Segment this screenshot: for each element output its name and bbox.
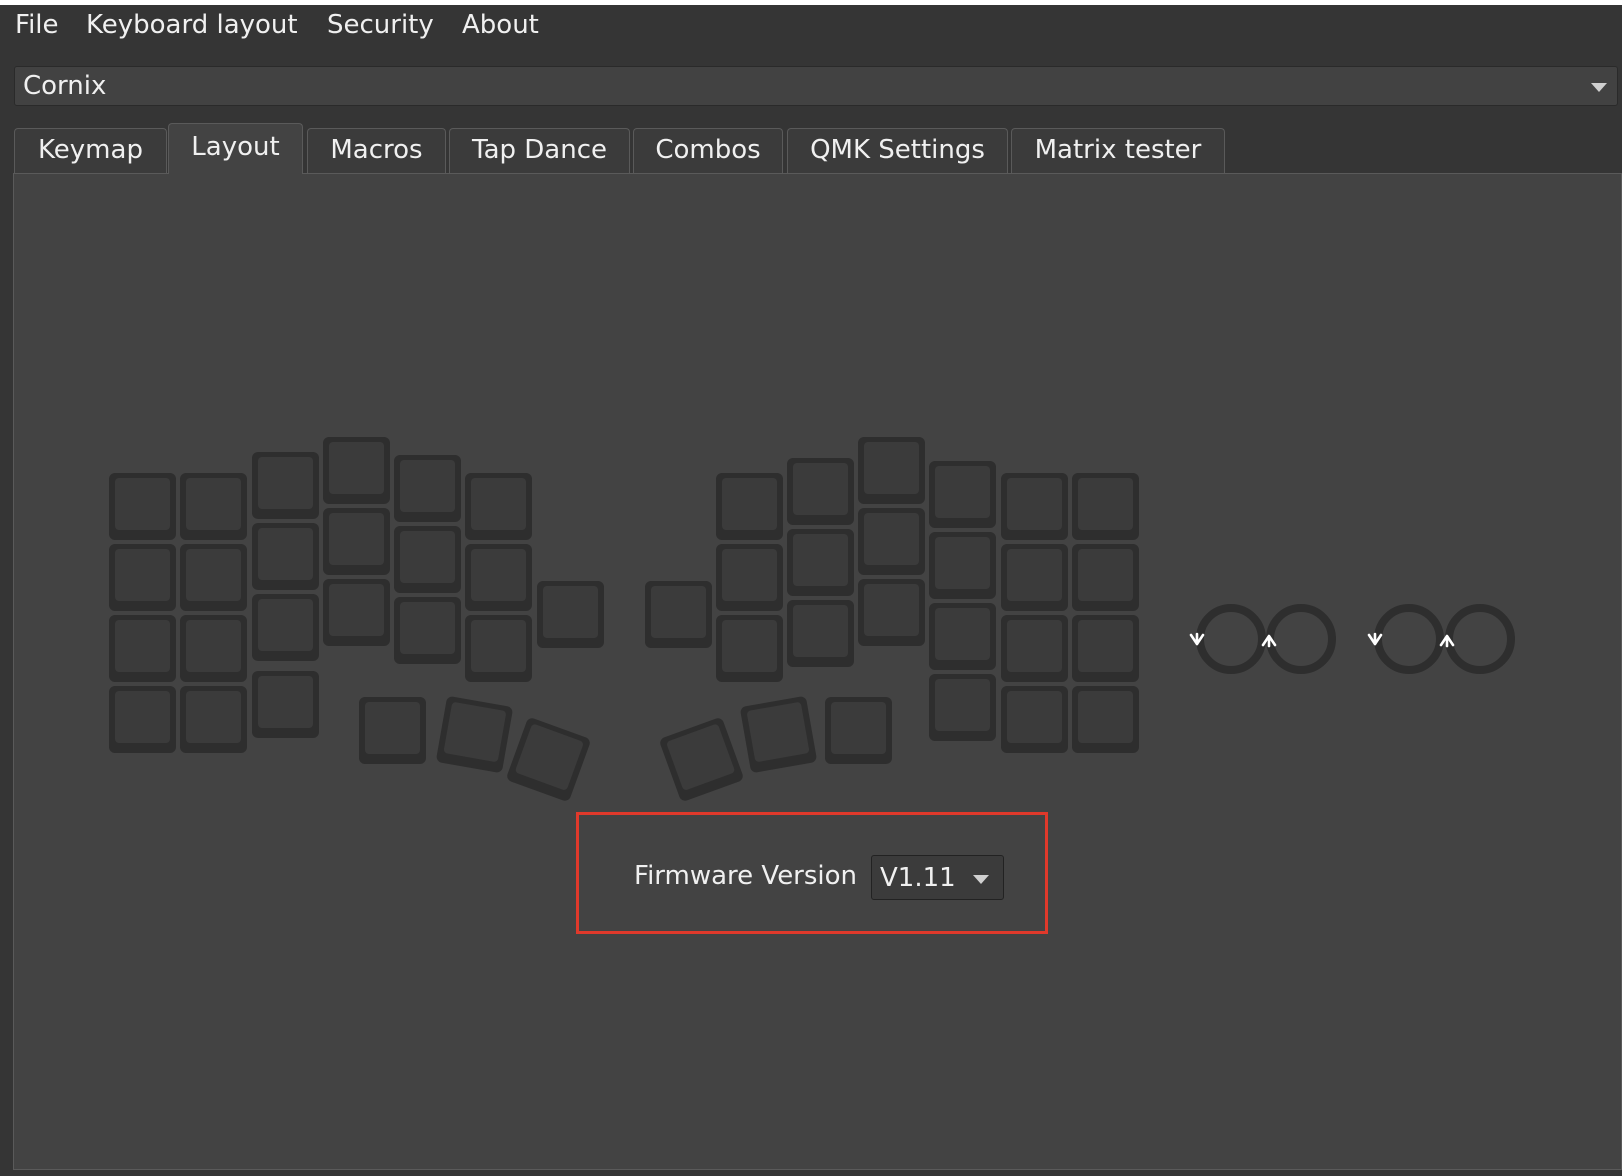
key xyxy=(1001,615,1068,682)
key xyxy=(109,544,176,611)
key xyxy=(436,696,513,773)
key xyxy=(716,615,783,682)
key xyxy=(929,603,996,670)
key xyxy=(323,508,390,575)
key xyxy=(740,696,817,773)
key xyxy=(180,615,247,682)
key xyxy=(465,544,532,611)
key xyxy=(109,686,176,753)
chevron-down-icon xyxy=(973,875,989,884)
key xyxy=(507,718,590,801)
key xyxy=(465,615,532,682)
key xyxy=(929,461,996,528)
key xyxy=(660,718,743,801)
key xyxy=(323,437,390,504)
encoder-knob xyxy=(1266,604,1336,674)
key xyxy=(645,581,712,648)
key xyxy=(1072,473,1139,540)
key xyxy=(359,697,426,764)
key xyxy=(858,508,925,575)
firmware-version-label: Firmware Version xyxy=(634,861,858,891)
key xyxy=(465,473,532,540)
key xyxy=(252,594,319,661)
encoder-knob xyxy=(1196,604,1266,674)
key xyxy=(929,674,996,741)
key xyxy=(537,581,604,648)
key xyxy=(787,458,854,525)
key xyxy=(787,600,854,667)
key xyxy=(180,686,247,753)
key xyxy=(252,452,319,519)
key xyxy=(1072,615,1139,682)
key xyxy=(394,526,461,593)
keyboard-preview xyxy=(109,437,1515,801)
firmware-version-value: V1.11 xyxy=(880,863,956,893)
key xyxy=(858,579,925,646)
key xyxy=(858,437,925,504)
tab-layout[interactable]: Layout xyxy=(168,123,303,174)
key xyxy=(109,615,176,682)
firmware-version-select[interactable]: V1.11 xyxy=(871,855,1004,900)
key xyxy=(1001,686,1068,753)
encoder-knob xyxy=(1374,604,1444,674)
tab-label: Layout xyxy=(191,132,280,162)
key xyxy=(109,473,176,540)
key xyxy=(1001,473,1068,540)
key xyxy=(787,529,854,596)
key xyxy=(825,697,892,764)
key xyxy=(1072,544,1139,611)
key xyxy=(394,455,461,522)
key xyxy=(1072,686,1139,753)
key xyxy=(323,579,390,646)
key xyxy=(180,544,247,611)
key xyxy=(929,532,996,599)
key xyxy=(394,597,461,664)
key xyxy=(252,523,319,590)
key xyxy=(180,473,247,540)
key xyxy=(716,544,783,611)
encoder-group xyxy=(1189,604,1515,674)
keyboard-keys xyxy=(109,437,1139,801)
encoder-knob xyxy=(1445,604,1515,674)
key xyxy=(1001,544,1068,611)
key xyxy=(252,671,319,738)
key xyxy=(716,473,783,540)
